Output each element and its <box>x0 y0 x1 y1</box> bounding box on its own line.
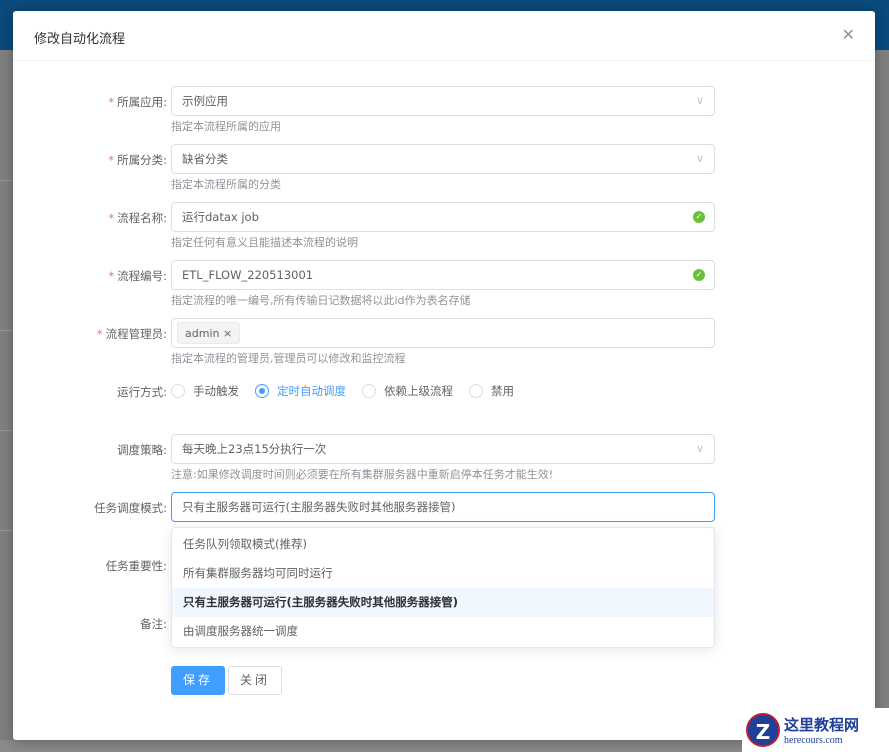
check-circle-icon: ✓ <box>693 269 705 281</box>
dropdown-option-selected[interactable]: 只有主服务器可运行(主服务器失败时其他服务器接管) <box>172 588 714 617</box>
category-value: 缺省分类 <box>182 152 228 166</box>
check-circle-icon: ✓ <box>693 211 705 223</box>
dropdown-option[interactable]: 所有集群服务器均可同时运行 <box>172 559 714 588</box>
radio-scheduled[interactable]: 定时自动调度 <box>255 383 346 399</box>
dispatch-mode-dropdown: 任务队列领取模式(推荐) 所有集群服务器均可同时运行 只有主服务器可运行(主服务… <box>171 527 715 648</box>
dialog-title: 修改自动化流程 <box>34 32 126 47</box>
chevron-down-icon: ∨ <box>695 94 704 107</box>
radio-label: 手动触发 <box>193 384 239 398</box>
radio-depend-parent[interactable]: 依赖上级流程 <box>362 383 453 399</box>
radio-disabled[interactable]: 禁用 <box>469 383 514 399</box>
chevron-down-icon: ∨ <box>695 442 704 455</box>
dispatch-mode-value: 只有主服务器可运行(主服务器失败时其他服务器接管) <box>182 500 456 514</box>
logo-title: 这里教程网 <box>784 716 860 734</box>
background-divider <box>0 530 13 531</box>
logo-url: herecours.com <box>784 735 843 746</box>
name-value: 运行datax job <box>182 210 259 224</box>
strategy-select[interactable]: 每天晚上23点15分执行一次 ∨ <box>171 434 715 464</box>
dispatch-mode-select[interactable]: 只有主服务器可运行(主服务器失败时其他服务器接管) <box>171 492 715 522</box>
app-label-text: 所属应用: <box>117 95 167 109</box>
manager-tag: admin × <box>177 322 241 344</box>
radio-circle <box>362 384 376 398</box>
app-select[interactable]: 示例应用 ∨ <box>171 86 715 116</box>
dialog-header: 修改自动化流程 ✕ <box>13 11 875 61</box>
edit-flow-dialog: 修改自动化流程 ✕ * 所属应用: 示例应用 ∨ 指定本流程所属的应用 * 所属分类:… <box>13 11 875 740</box>
app-value: 示例应用 <box>182 94 228 108</box>
managers-label: * 流程管理员: <box>96 327 167 341</box>
name-label: * 流程名称: <box>108 211 167 225</box>
category-label: * 所属分类: <box>108 153 167 167</box>
background-divider <box>0 330 13 331</box>
code-input[interactable]: ETL_FLOW_220513001 ✓ <box>171 260 715 290</box>
logo-text: 这里教程网 herecours.com <box>784 714 859 746</box>
code-label: * 流程编号: <box>108 269 167 283</box>
code-value: ETL_FLOW_220513001 <box>182 268 314 282</box>
managers-select[interactable]: admin × <box>171 318 715 348</box>
radio-label: 定时自动调度 <box>277 384 346 398</box>
radio-label: 依赖上级流程 <box>384 384 453 398</box>
radio-circle <box>171 384 185 398</box>
dropdown-option[interactable]: 任务队列领取模式(推荐) <box>172 530 714 559</box>
category-label-text: 所属分类: <box>117 153 167 167</box>
strategy-value: 每天晚上23点15分执行一次 <box>182 442 327 456</box>
background-divider <box>0 430 13 431</box>
chevron-down-icon: ∨ <box>695 152 704 165</box>
category-select[interactable]: 缺省分类 ∨ <box>171 144 715 174</box>
dispatch-mode-label: 任务调度模式: <box>94 501 167 515</box>
close-icon[interactable]: ✕ <box>842 25 855 44</box>
name-label-text: 流程名称: <box>117 211 167 225</box>
name-help: 指定任何有意义且能描述本流程的说明 <box>171 236 358 249</box>
managers-label-text: 流程管理员: <box>105 327 167 341</box>
strategy-help: 注意:如果修改调度时间则必须要在所有集群服务器中重新启停本任务才能生效! <box>171 468 554 481</box>
radio-circle-checked <box>255 384 269 398</box>
managers-help: 指定本流程的管理员,管理员可以修改和监控流程 <box>171 352 406 365</box>
run-mode-label: 运行方式: <box>117 385 167 399</box>
remarks-label: 备注: <box>140 617 167 631</box>
dropdown-option[interactable]: 由调度服务器统一调度 <box>172 617 714 646</box>
code-help: 指定流程的唯一编号,所有传输日记数据将以此id作为表名存储 <box>171 294 471 307</box>
name-input[interactable]: 运行datax job ✓ <box>171 202 715 232</box>
app-label: * 所属应用: <box>108 95 167 109</box>
strategy-label: 调度策略: <box>117 443 167 457</box>
save-button[interactable]: 保存 <box>171 666 225 695</box>
logo-icon: Z <box>746 713 780 747</box>
app-help: 指定本流程所属的应用 <box>171 120 281 133</box>
radio-manual[interactable]: 手动触发 <box>171 383 239 399</box>
manager-tag-label: admin <box>185 327 220 340</box>
tag-close-icon[interactable]: × <box>223 327 232 340</box>
watermark-logo: Z 这里教程网 herecours.com <box>742 708 889 752</box>
run-mode-radio-group: 手动触发 定时自动调度 依赖上级流程 禁用 <box>171 383 514 399</box>
radio-label: 禁用 <box>491 384 514 398</box>
category-help: 指定本流程所属的分类 <box>171 178 281 191</box>
radio-circle <box>469 384 483 398</box>
background-divider <box>0 180 13 181</box>
code-label-text: 流程编号: <box>117 269 167 283</box>
close-button[interactable]: 关闭 <box>228 666 282 695</box>
importance-label: 任务重要性: <box>105 559 167 573</box>
